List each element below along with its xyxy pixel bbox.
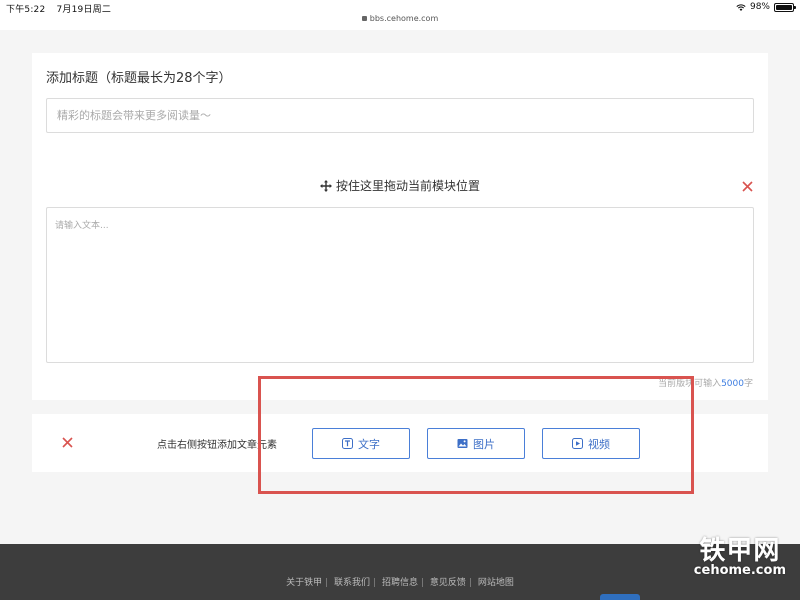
- add-hint: 点击右侧按钮添加文章元素: [157, 440, 277, 451]
- image-icon: [457, 439, 468, 448]
- footer-logo: [600, 594, 640, 600]
- status-bar: 下午5:22 7月19日周二 bbs.cehome.com 98%: [0, 0, 800, 30]
- watermark-main: 铁甲网: [699, 536, 781, 566]
- footer-link-sitemap[interactable]: 网站地图: [475, 578, 517, 588]
- status-indicators: 98%: [736, 2, 796, 12]
- drag-label: 按住这里拖动当前模块位置: [335, 179, 480, 193]
- move-icon: [319, 179, 332, 192]
- footer-link-feedback[interactable]: 意见反馈: [427, 578, 469, 588]
- footer-separator: |: [373, 578, 377, 588]
- footer-link-jobs[interactable]: 招聘信息: [379, 578, 421, 588]
- text-editor[interactable]: 请输入文本...: [46, 207, 754, 363]
- close-module-icon[interactable]: [742, 181, 753, 192]
- footer-separator: |: [421, 578, 425, 588]
- title-label: 添加标题（标题最长为28个字）: [46, 71, 232, 86]
- battery-percent: 98%: [749, 2, 770, 12]
- lock-icon: [361, 16, 367, 21]
- add-video-label: 视频: [588, 437, 610, 451]
- add-image-label: 图片: [473, 437, 495, 451]
- watermark-sub: cehome.com: [693, 563, 786, 578]
- add-text-label: 文字: [358, 437, 380, 451]
- battery-level: [776, 4, 792, 10]
- counter-prefix: 当前版块可输入: [658, 379, 722, 389]
- add-text-button[interactable]: 文字: [312, 428, 410, 459]
- site-watermark: 铁甲网 cehome.com: [694, 538, 786, 578]
- footer-separator: |: [468, 578, 472, 588]
- drag-handle[interactable]: 按住这里拖动当前模块位置: [32, 177, 768, 194]
- battery-icon: [774, 2, 796, 12]
- counter-suffix: 字: [743, 379, 753, 389]
- footer-links: 关于铁甲 | 联系我们 | 招聘信息 | 意见反馈 | 网站地图: [0, 575, 800, 588]
- url-text: bbs.cehome.com: [369, 14, 439, 23]
- add-image-button[interactable]: 图片: [427, 428, 525, 459]
- close-add-icon[interactable]: [62, 437, 73, 448]
- add-element-card: 点击右侧按钮添加文章元素 文字 图片 视频: [32, 414, 768, 472]
- char-counter: 当前版块可输入5000字: [658, 376, 753, 389]
- footer: 关于铁甲 | 联系我们 | 招聘信息 | 意见反馈 | 网站地图: [0, 544, 800, 600]
- footer-link-contact[interactable]: 联系我们: [331, 578, 373, 588]
- text-module-card: 按住这里拖动当前模块位置 请输入文本... 当前版块可输入5000字: [32, 163, 768, 400]
- text-icon: [342, 438, 353, 449]
- counter-value: 5000: [721, 379, 744, 389]
- add-video-button[interactable]: 视频: [542, 428, 640, 459]
- video-icon: [572, 438, 583, 449]
- title-input[interactable]: 精彩的标题会带来更多阅读量～: [46, 98, 754, 133]
- footer-separator: |: [325, 578, 329, 588]
- footer-link-about[interactable]: 关于铁甲: [283, 578, 325, 588]
- wifi-icon: [736, 3, 746, 11]
- address-bar[interactable]: bbs.cehome.com: [0, 14, 800, 23]
